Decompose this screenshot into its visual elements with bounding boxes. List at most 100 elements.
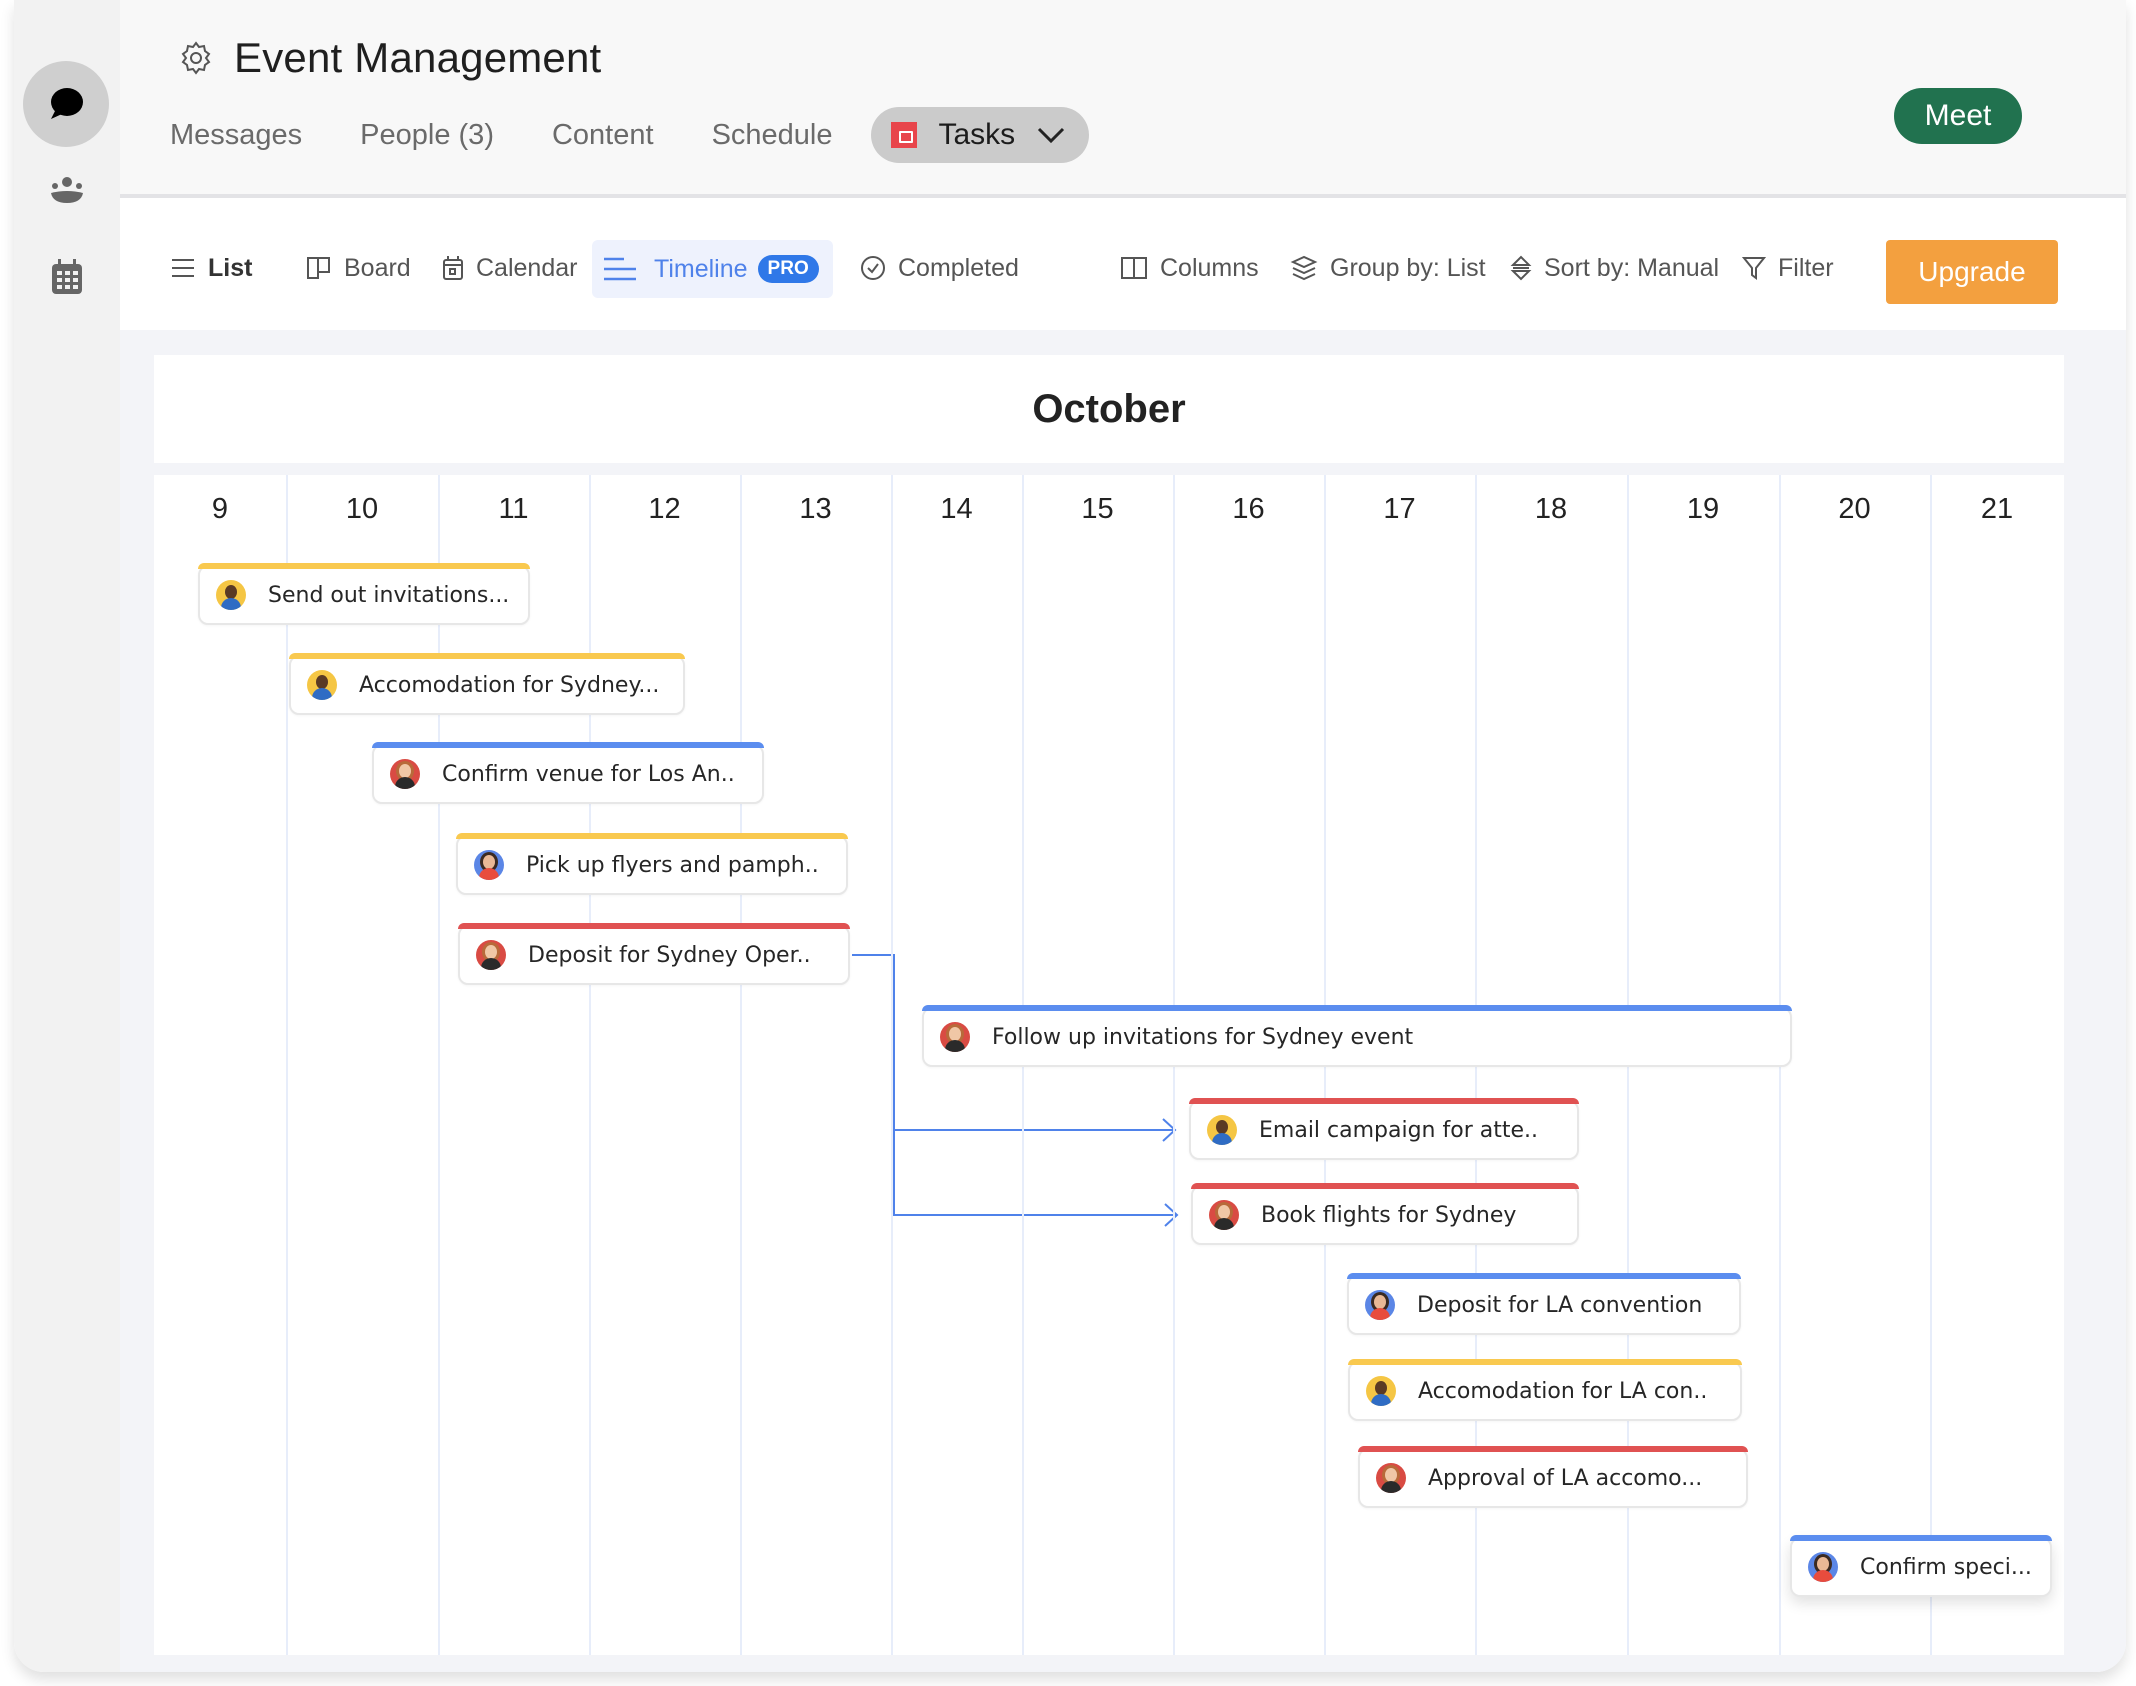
columns-icon bbox=[1121, 257, 1147, 279]
month-header: October bbox=[154, 355, 2064, 463]
tab-tasks[interactable]: Tasks bbox=[870, 107, 1090, 163]
tab-messages[interactable]: Messages bbox=[170, 119, 302, 152]
view-completed[interactable]: Completed bbox=[860, 240, 1019, 296]
assignee-avatar bbox=[1207, 1115, 1237, 1145]
task-title: Deposit for Sydney Oper.. bbox=[528, 942, 811, 968]
day-label: 10 bbox=[345, 493, 379, 525]
view-board[interactable]: Board bbox=[306, 240, 411, 296]
filter-icon bbox=[1742, 257, 1766, 280]
view-timeline-label: Timeline bbox=[654, 254, 748, 283]
task-title: Pick up flyers and pamph.. bbox=[526, 852, 819, 878]
task-bar[interactable]: Accomodation for LA con.. bbox=[1348, 1359, 1742, 1421]
day-divider bbox=[589, 475, 591, 1655]
task-bar[interactable]: Accomodation for Sydney... bbox=[289, 653, 685, 715]
day-label: 13 bbox=[799, 493, 832, 525]
timeline-grid: 9 10 11 12 13 14 15 16 17 18 19 20 21 Send out invita… bbox=[154, 475, 2064, 1655]
assignee-avatar bbox=[1209, 1200, 1239, 1230]
chat-bubble-icon bbox=[51, 88, 83, 119]
filter-button[interactable]: Filter bbox=[1742, 240, 1834, 296]
task-bar[interactable]: Approval of LA accomo... bbox=[1358, 1446, 1748, 1508]
task-title: Send out invitations... bbox=[268, 582, 510, 608]
task-bar[interactable]: Book flights for Sydney bbox=[1191, 1183, 1579, 1245]
view-list-label: List bbox=[208, 253, 253, 282]
day-label: 16 bbox=[1232, 493, 1265, 525]
task-title: Book flights for Sydney bbox=[1261, 1202, 1517, 1228]
sort-button[interactable]: Sort by: Manual bbox=[1510, 240, 1719, 296]
task-bar[interactable]: Deposit for LA convention bbox=[1347, 1273, 1741, 1335]
tab-people[interactable]: People (3) bbox=[360, 119, 494, 152]
task-bar[interactable]: Confirm speci... bbox=[1790, 1535, 2052, 1597]
filter-label: Filter bbox=[1778, 253, 1834, 282]
assignee-avatar bbox=[476, 940, 506, 970]
assignee-avatar bbox=[1376, 1463, 1406, 1493]
assignee-avatar bbox=[307, 670, 337, 700]
day-label: 11 bbox=[498, 493, 529, 525]
task-title: Accomodation for Sydney... bbox=[359, 672, 660, 698]
sidebar-item-chat[interactable] bbox=[23, 61, 109, 147]
task-title: Follow up invitations for Sydney event bbox=[992, 1024, 1414, 1050]
check-circle-icon bbox=[861, 256, 885, 280]
timeline-area: October 9 10 11 12 13 14 15 16 17 18 19 20 21 Send ou… bbox=[120, 330, 2126, 1672]
task-title: Deposit for LA convention bbox=[1417, 1292, 1703, 1318]
calendar-grid-icon bbox=[52, 259, 82, 294]
assignee-avatar bbox=[474, 850, 504, 880]
sidebar-item-people[interactable] bbox=[44, 170, 90, 210]
dependency-line bbox=[852, 954, 1177, 1216]
layers-icon bbox=[1290, 255, 1318, 281]
task-bar[interactable]: Pick up flyers and pamph.. bbox=[456, 833, 848, 895]
list-icon bbox=[172, 259, 194, 277]
task-bar[interactable]: Confirm venue for Los An.. bbox=[372, 742, 764, 804]
columns-label: Columns bbox=[1160, 253, 1259, 282]
task-bar[interactable]: Follow up invitations for Sydney event bbox=[922, 1005, 1792, 1067]
day-label: 21 bbox=[1980, 493, 2014, 525]
day-label: 9 bbox=[211, 493, 229, 525]
calendar-icon bbox=[443, 256, 463, 280]
task-title: Accomodation for LA con.. bbox=[1418, 1378, 1708, 1404]
group-by-button[interactable]: Group by: List bbox=[1290, 240, 1486, 296]
sidebar-item-calendar[interactable] bbox=[46, 255, 88, 299]
day-label: 20 bbox=[1838, 493, 1871, 525]
task-bar[interactable]: Send out invitations... bbox=[198, 563, 530, 625]
tab-content[interactable]: Content bbox=[552, 119, 654, 152]
day-label: 17 bbox=[1383, 493, 1416, 525]
view-timeline[interactable]: Timeline PRO bbox=[592, 240, 833, 298]
day-divider bbox=[891, 475, 893, 1655]
columns-button[interactable]: Columns bbox=[1120, 240, 1259, 296]
page-title: Event Management bbox=[234, 34, 602, 81]
day-divider bbox=[438, 475, 440, 1655]
pro-badge: PRO bbox=[757, 255, 819, 283]
task-title: Confirm speci... bbox=[1860, 1554, 2032, 1580]
task-bar[interactable]: Deposit for Sydney Oper.. bbox=[458, 923, 850, 985]
board-icon bbox=[307, 257, 330, 279]
sidebar bbox=[14, 0, 120, 1672]
task-title: Approval of LA accomo... bbox=[1428, 1465, 1703, 1491]
view-completed-label: Completed bbox=[898, 253, 1019, 282]
tasks-app-icon bbox=[890, 122, 917, 148]
meet-button[interactable]: Meet bbox=[1894, 88, 2022, 144]
app-window: Event Management Messages People (3) Con… bbox=[14, 0, 2126, 1672]
sort-icon bbox=[1510, 255, 1532, 281]
day-label: 19 bbox=[1686, 493, 1720, 525]
task-title: Email campaign for atte.. bbox=[1259, 1117, 1538, 1143]
month-label: October bbox=[1032, 386, 1186, 431]
people-group-icon bbox=[51, 177, 83, 203]
gear-icon[interactable] bbox=[178, 40, 214, 76]
view-list[interactable]: List bbox=[170, 240, 252, 296]
day-label: 15 bbox=[1081, 493, 1114, 525]
view-calendar[interactable]: Calendar bbox=[442, 240, 577, 296]
day-label: 18 bbox=[1534, 493, 1568, 525]
assignee-avatar bbox=[940, 1022, 970, 1052]
timeline-icon bbox=[604, 257, 636, 281]
day-divider bbox=[1930, 475, 1932, 1655]
tab-schedule[interactable]: Schedule bbox=[712, 119, 833, 152]
assignee-avatar bbox=[1365, 1290, 1395, 1320]
upgrade-button[interactable]: Upgrade bbox=[1886, 240, 2058, 304]
day-label: 14 bbox=[940, 493, 973, 525]
dependency-arrowhead bbox=[1164, 1203, 1179, 1227]
day-divider bbox=[740, 475, 742, 1655]
view-toolbar: List Board Calendar Timeline PRO Complet… bbox=[120, 202, 2126, 330]
header: Event Management Messages People (3) Con… bbox=[120, 0, 2126, 198]
day-divider bbox=[286, 475, 288, 1655]
assignee-avatar bbox=[1366, 1376, 1396, 1406]
task-bar[interactable]: Email campaign for atte.. bbox=[1189, 1098, 1579, 1160]
